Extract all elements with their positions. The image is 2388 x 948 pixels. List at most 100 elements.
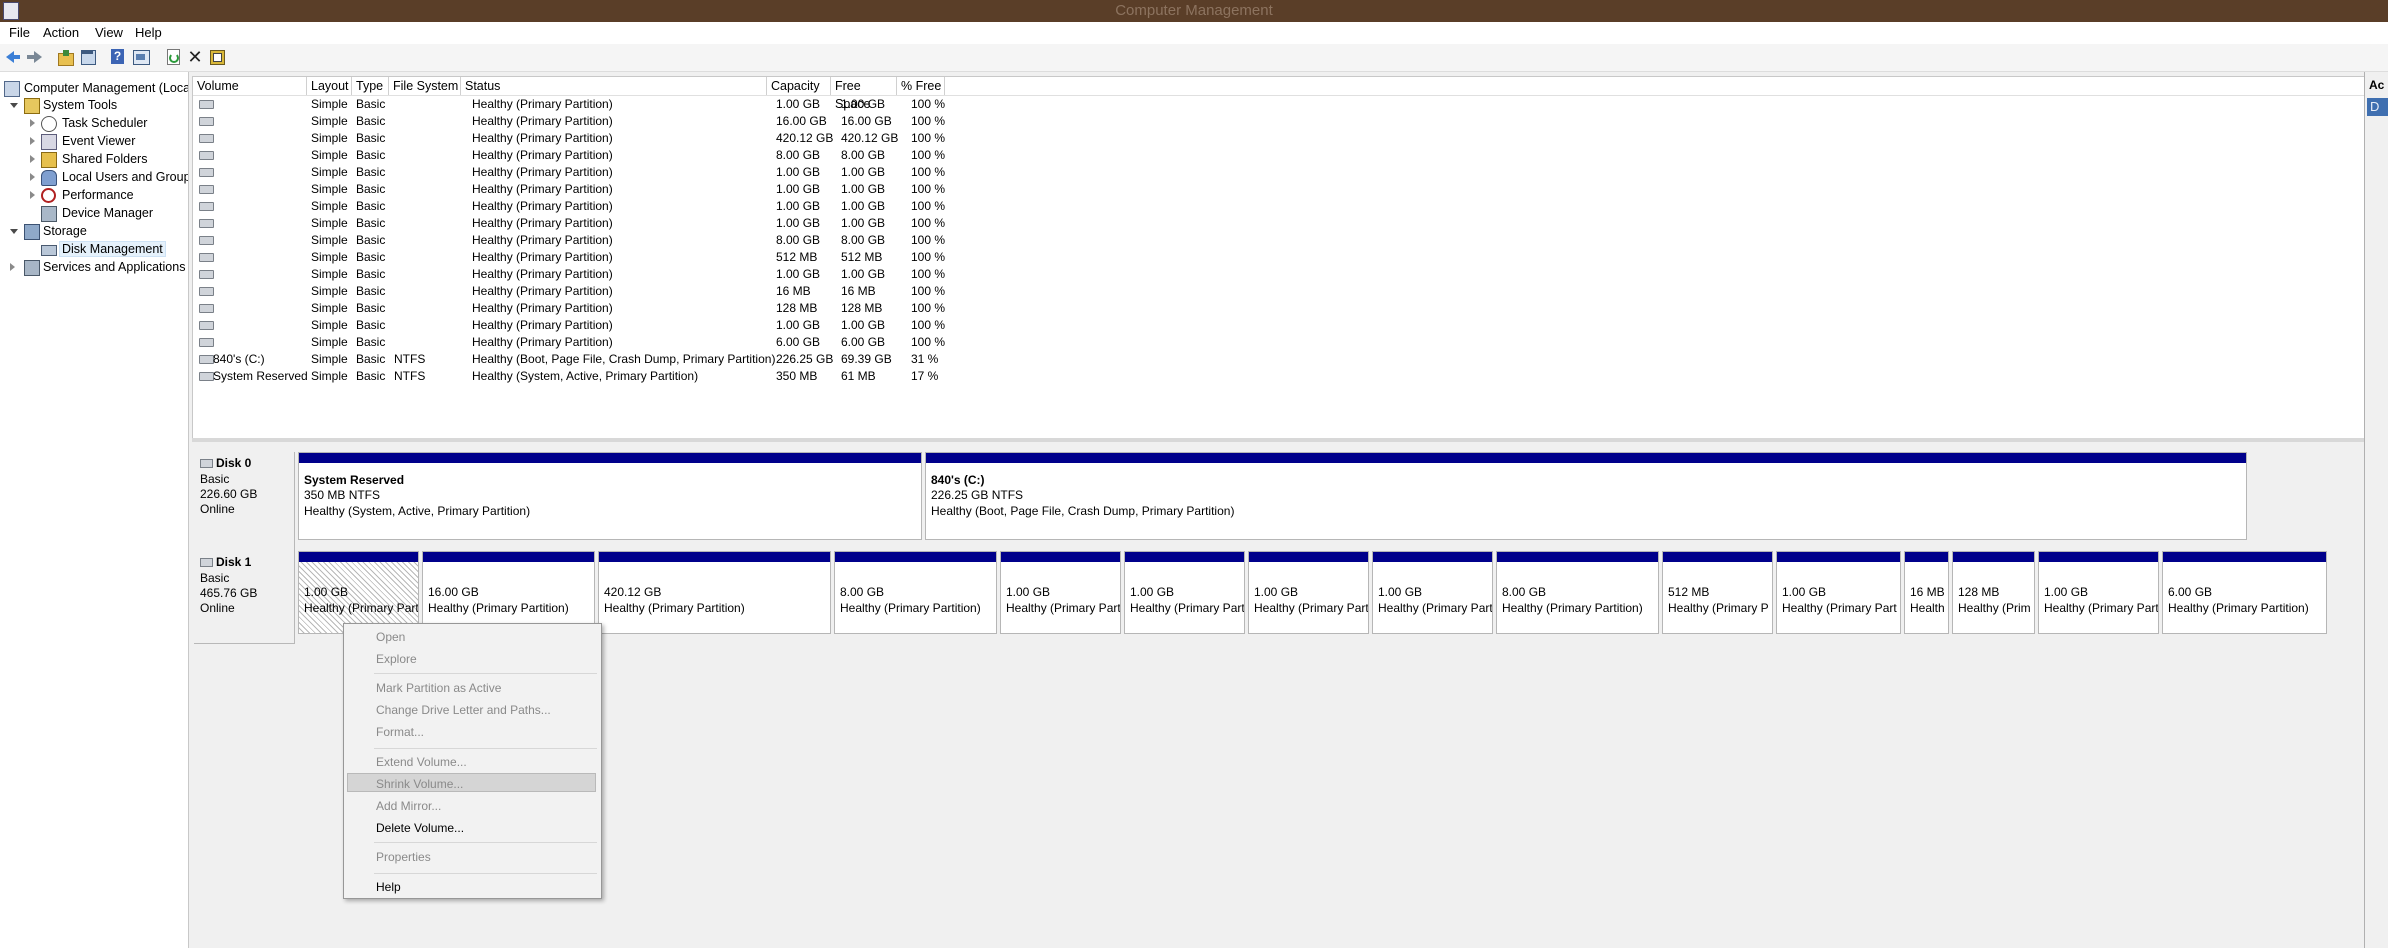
column-header-volume[interactable]: Volume xyxy=(193,77,307,95)
disk-1-partition[interactable]: 1.00 GB Healthy (Primary Part xyxy=(1372,551,1493,634)
table-cell: 100 % xyxy=(911,267,946,281)
back-icon[interactable] xyxy=(4,48,22,66)
partition-status: Healthy (Primary Part xyxy=(1130,601,1245,615)
column-header-status[interactable]: Status xyxy=(461,77,767,95)
table-cell: Simple xyxy=(311,250,348,264)
table-row[interactable]: Simple Basic Healthy (Primary Partition) 51… xyxy=(193,249,2365,266)
disk-1-partition[interactable]: 1.00 GB Healthy (Primary Part xyxy=(1248,551,1369,634)
table-row[interactable]: Simple Basic Healthy (Primary Partition) 1.… xyxy=(193,317,2365,334)
table-row[interactable]: Simple Basic Healthy (Primary Partition) 6.… xyxy=(193,334,2365,351)
disk-0-info[interactable]: Disk 0 Basic 226.60 GB Online xyxy=(194,452,295,553)
table-cell: Healthy (Primary Partition) xyxy=(472,250,613,264)
table-row[interactable]: Simple Basic Healthy (Primary Partition) 12… xyxy=(193,300,2365,317)
disk-1-partition[interactable]: 1.00 GB Healthy (Primary Part xyxy=(1000,551,1121,634)
expander-closed-icon[interactable] xyxy=(30,173,35,181)
table-row[interactable]: Simple Basic Healthy (Primary Partition) 16… xyxy=(193,283,2365,300)
table-row[interactable]: Simple Basic Healthy (Primary Partition) 42… xyxy=(193,130,2365,147)
disk-1-partition[interactable]: 8.00 GB Healthy (Primary Partition) xyxy=(1496,551,1659,634)
partition-c-drive[interactable]: 840's (C:) 226.25 GB NTFS Healthy (Boot,… xyxy=(925,452,2247,540)
delete-icon[interactable]: ✕ xyxy=(186,48,204,66)
expander-closed-icon[interactable] xyxy=(30,137,35,145)
menu-view[interactable]: View xyxy=(95,25,123,40)
table-cell: Basic xyxy=(356,284,386,298)
column-header-capacity[interactable]: Capacity xyxy=(767,77,831,95)
refresh-icon[interactable] xyxy=(164,48,182,66)
table-cell: Basic xyxy=(356,318,386,332)
table-cell: 420.12 GB xyxy=(841,131,899,145)
table-cell: Healthy (Primary Partition) xyxy=(472,335,613,349)
table-row[interactable]: Simple Basic Healthy (Primary Partition) 1.… xyxy=(193,215,2365,232)
console-tree-icon[interactable] xyxy=(79,48,97,66)
disk-1-partition[interactable]: 128 MB Healthy (Prim xyxy=(1952,551,2035,634)
menu-separator xyxy=(374,873,597,874)
help-icon[interactable] xyxy=(109,48,127,66)
partition-bar xyxy=(2039,552,2158,562)
disk-1-partition[interactable]: 16 MB Health xyxy=(1904,551,1949,634)
partition-status: Healthy (Primary Partition) xyxy=(2168,601,2309,615)
disk-1-partition[interactable]: 8.00 GB Healthy (Primary Partition) xyxy=(834,551,997,634)
expander-closed-icon[interactable] xyxy=(30,155,35,163)
table-row[interactable]: Simple Basic Healthy (Primary Partition) 8.… xyxy=(193,147,2365,164)
table-cell: Simple xyxy=(311,284,348,298)
partition-bar xyxy=(1663,552,1772,562)
table-cell: 1.00 GB xyxy=(841,182,886,196)
menu-action[interactable]: Action xyxy=(43,25,79,40)
partition-status: Healthy (Primary Partition) xyxy=(840,601,981,615)
table-row[interactable]: Simple Basic Healthy (Primary Partition) 8.… xyxy=(193,232,2365,249)
view-icon[interactable] xyxy=(132,48,150,66)
table-row[interactable]: Simple Basic Healthy (Primary Partition) 1.… xyxy=(193,181,2365,198)
disk-1-partition[interactable]: 512 MB Healthy (Primary P xyxy=(1662,551,1773,634)
menu-help[interactable]: Help xyxy=(135,25,162,40)
disk-1-partition[interactable]: 16.00 GB Healthy (Primary Partition) xyxy=(422,551,595,634)
up-folder-icon[interactable] xyxy=(56,48,74,66)
table-row[interactable]: 840's (C:) Simple Basic NTFS Healthy (Boot, … xyxy=(193,351,2365,368)
volume-icon xyxy=(199,253,214,262)
column-header-type[interactable]: Type xyxy=(352,77,389,95)
table-cell: Healthy (Primary Partition) xyxy=(472,165,613,179)
table-row[interactable]: Simple Basic Healthy (Primary Partition) 1.… xyxy=(193,266,2365,283)
partition-size: 1.00 GB xyxy=(304,585,349,599)
menu-item-delete-volume[interactable]: Delete Volume... xyxy=(376,821,464,835)
expander-closed-icon[interactable] xyxy=(10,263,15,271)
column-header-file-system[interactable]: File System xyxy=(389,77,461,95)
table-row[interactable]: Simple Basic Healthy (Primary Partition) 1.… xyxy=(193,164,2365,181)
expander-closed-icon[interactable] xyxy=(30,191,35,199)
disk-1-partition[interactable]: 6.00 GB Healthy (Primary Partition) xyxy=(2162,551,2327,634)
disk-1-partition[interactable]: 1.00 GB Healthy (Primary Part xyxy=(1124,551,1245,634)
disk-1-partition[interactable]: 1.00 GB Healthy (Primary Parti xyxy=(298,551,419,634)
partition-size: 8.00 GB xyxy=(1502,585,1547,599)
table-row[interactable]: Simple Basic Healthy (Primary Partition) 16… xyxy=(193,113,2365,130)
table-row[interactable]: Simple Basic Healthy (Primary Partition) 1.… xyxy=(193,96,2365,113)
table-cell: Healthy (Primary Partition) xyxy=(472,284,613,298)
column-header-layout[interactable]: Layout xyxy=(307,77,352,95)
forward-icon[interactable] xyxy=(26,48,44,66)
table-cell: 100 % xyxy=(911,131,946,145)
actions-disk-management-item[interactable]: D xyxy=(2367,98,2388,116)
expander-open-icon[interactable] xyxy=(10,103,18,108)
app-icon[interactable] xyxy=(3,2,19,20)
menu-file[interactable]: File xyxy=(9,25,30,40)
table-cell: 128 MB xyxy=(841,301,883,315)
disk-1-partition[interactable]: 1.00 GB Healthy (Primary Part xyxy=(1776,551,1901,634)
column-header-percent-free[interactable]: % Free xyxy=(897,77,945,95)
table-row[interactable]: Simple Basic Healthy (Primary Partition) 1.… xyxy=(193,198,2365,215)
menu-separator xyxy=(374,673,597,674)
menu-item-change-drive-letter-and-paths: Change Drive Letter and Paths... xyxy=(376,703,551,717)
menu-item-help[interactable]: Help xyxy=(376,880,401,894)
table-cell: Healthy (Primary Partition) xyxy=(472,301,613,315)
disk-1-partition[interactable]: 1.00 GB Healthy (Primary Part xyxy=(2038,551,2159,634)
disk-1-partition[interactable]: 420.12 GB Healthy (Primary Partition) xyxy=(598,551,831,634)
column-header-free-space[interactable]: Free Space xyxy=(831,77,897,111)
expander-closed-icon[interactable] xyxy=(30,119,35,127)
expander-open-icon[interactable] xyxy=(10,229,18,234)
volume-icon xyxy=(199,372,214,381)
partition-status: Healthy (Primary Part xyxy=(1782,601,1897,615)
partition-system-reserved[interactable]: System Reserved 350 MB NTFS Healthy (Sys… xyxy=(298,452,922,540)
storage-icon xyxy=(24,224,40,240)
table-cell: 128 MB xyxy=(776,301,818,315)
properties-icon[interactable] xyxy=(208,48,226,66)
partition-status: Healthy (Primary Partition) xyxy=(1502,601,1643,615)
disk-1-info[interactable]: Disk 1 Basic 465.76 GB Online xyxy=(194,551,295,644)
table-row[interactable]: System Reserved Simple Basic NTFS Healthy (S… xyxy=(193,368,2365,385)
partition-bar xyxy=(1953,552,2034,562)
